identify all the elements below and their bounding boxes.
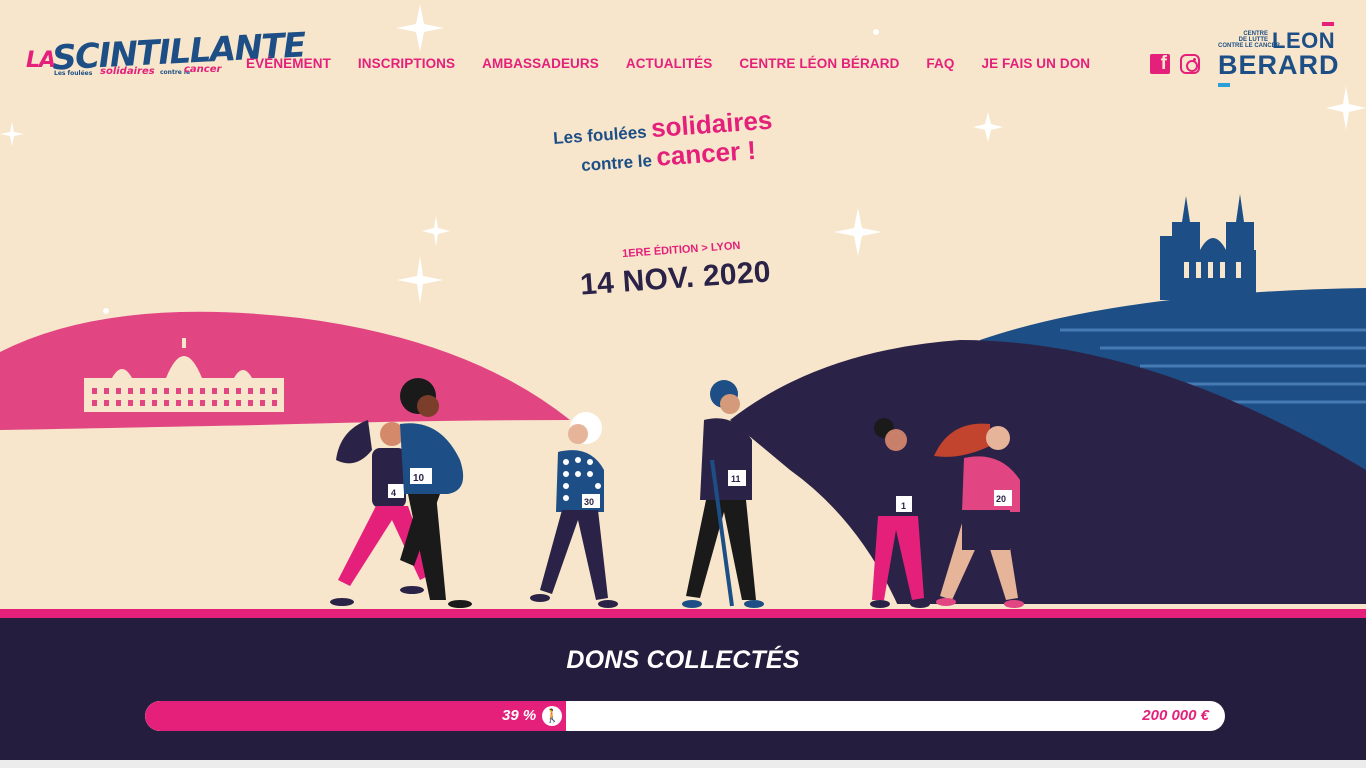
sparkle [1326, 86, 1366, 130]
hero-illustration: 4 10 30 11 1 20 [0, 4, 1366, 610]
tagline-part-c: contre le [580, 150, 658, 176]
pink-wave [0, 311, 570, 430]
sparkle-dot [873, 29, 879, 35]
progress-percent: 39 % [501, 707, 537, 724]
footer-strip [0, 760, 1366, 768]
donations-title: DONS COLLECTÉS [566, 646, 800, 674]
sparkle [973, 112, 1003, 142]
tagline-highlight-cancer: cancer ! [655, 134, 757, 172]
sparkle [834, 208, 882, 256]
runner-bib: 10 [413, 473, 425, 484]
runner-bib: 11 [731, 474, 741, 484]
walker-icon: 🚶 [542, 706, 563, 726]
runner-bib: 30 [584, 497, 594, 507]
sparkle [397, 256, 443, 304]
runner-bib: 1 [901, 501, 906, 511]
donations-section [0, 618, 1366, 760]
pink-separator [0, 609, 1366, 618]
donations-progress-bar: 39 % 🚶 200 000 € [145, 701, 1225, 731]
sparkle [0, 122, 24, 146]
runner-bib: 4 [391, 488, 396, 498]
progress-fill: 39 % 🚶 [145, 701, 567, 731]
basilica-silhouette [1160, 194, 1256, 300]
sparkle-dot [103, 308, 109, 314]
sparkle [422, 216, 450, 246]
sparkle [396, 4, 444, 52]
donations-goal: 200 000 € [1142, 707, 1209, 724]
runner-3: 30 [530, 412, 618, 608]
runner-bib: 20 [996, 494, 1006, 504]
